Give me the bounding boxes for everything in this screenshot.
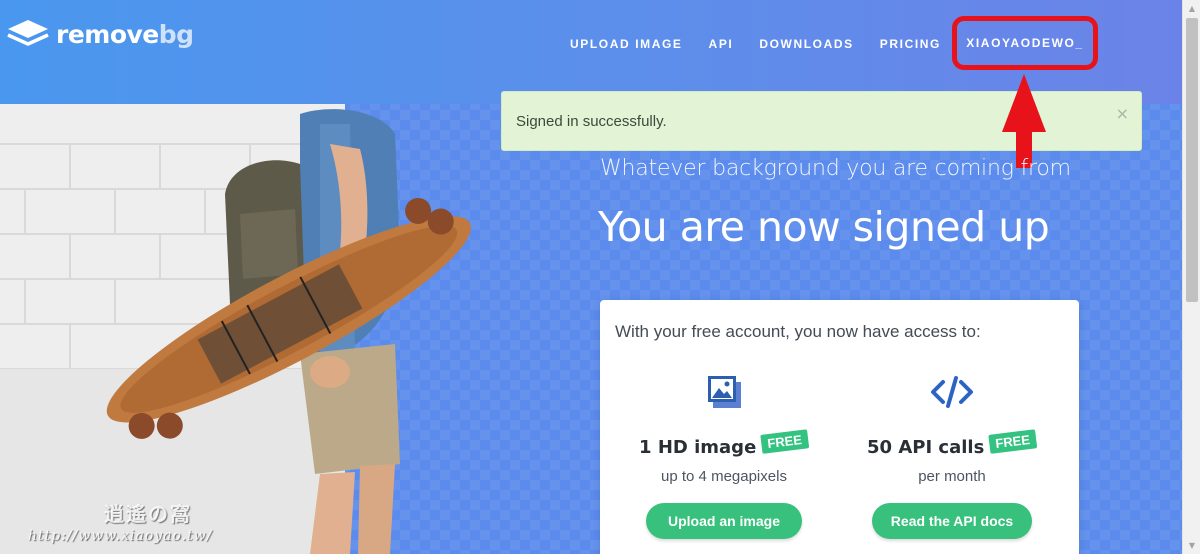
arrow-up-icon: [998, 70, 1050, 170]
feature-title: 50 API calls: [867, 436, 985, 458]
free-badge: FREE: [760, 428, 810, 454]
feature-title: 1 HD image: [639, 436, 757, 458]
nav-pricing[interactable]: PRICING: [880, 37, 941, 51]
brand-name: removebg: [56, 20, 194, 49]
user-account-menu[interactable]: XIAOYAODEWO_: [952, 16, 1098, 70]
main-nav: UPLOAD IMAGE API DOWNLOADS PRICING: [570, 37, 967, 51]
layers-logo-icon: [6, 16, 50, 52]
feature-title-row: 1 HD image FREE: [604, 428, 844, 462]
page: removebg UPLOAD IMAGE API DOWNLOADS PRIC…: [0, 0, 1182, 554]
free-badge: FREE: [988, 428, 1038, 454]
brand-logo[interactable]: removebg: [6, 16, 194, 52]
brand-name-accent: bg: [158, 19, 194, 49]
upload-image-button[interactable]: Upload an image: [646, 503, 802, 539]
read-api-docs-button[interactable]: Read the API docs: [872, 503, 1032, 539]
scroll-thumb[interactable]: [1186, 18, 1198, 302]
user-name: XIAOYAODEWO_: [966, 36, 1084, 50]
brand-name-main: remove: [56, 19, 159, 49]
scroll-down-icon[interactable]: ▼: [1183, 537, 1200, 554]
feature-api-calls: 50 API calls FREE per month Read the API…: [832, 372, 1072, 539]
free-account-card: With your free account, you now have acc…: [600, 300, 1079, 554]
nav-upload-image[interactable]: UPLOAD IMAGE: [570, 37, 683, 51]
image-icon: [604, 372, 844, 412]
page-title: You are now signed up: [598, 203, 1050, 251]
scroll-up-icon[interactable]: ▲: [1183, 0, 1200, 17]
hero-photo: [0, 104, 530, 554]
nav-api[interactable]: API: [709, 37, 734, 51]
nav-downloads[interactable]: DOWNLOADS: [759, 37, 853, 51]
watermark: 逍遙の窩 http://www.xiaoyao.tw/: [20, 498, 240, 550]
feature-subtitle: per month: [918, 468, 986, 485]
feature-title-row: 50 API calls FREE: [832, 428, 1072, 462]
alert-message: Signed in successfully.: [516, 112, 667, 130]
watermark-title: 逍遙の窩: [104, 502, 192, 526]
hero-subtitle: Whatever background you are coming from: [600, 156, 1071, 181]
code-icon: [832, 372, 1072, 412]
card-intro: With your free account, you now have acc…: [615, 322, 981, 341]
watermark-url: http://www.xiaoyao.tw/: [28, 528, 213, 544]
feature-hd-image: 1 HD image FREE up to 4 megapixels Uploa…: [604, 372, 844, 539]
vertical-scrollbar[interactable]: ▲ ▼: [1182, 0, 1200, 554]
feature-subtitle: up to 4 megapixels: [661, 468, 787, 485]
close-icon[interactable]: ×: [1116, 104, 1129, 123]
